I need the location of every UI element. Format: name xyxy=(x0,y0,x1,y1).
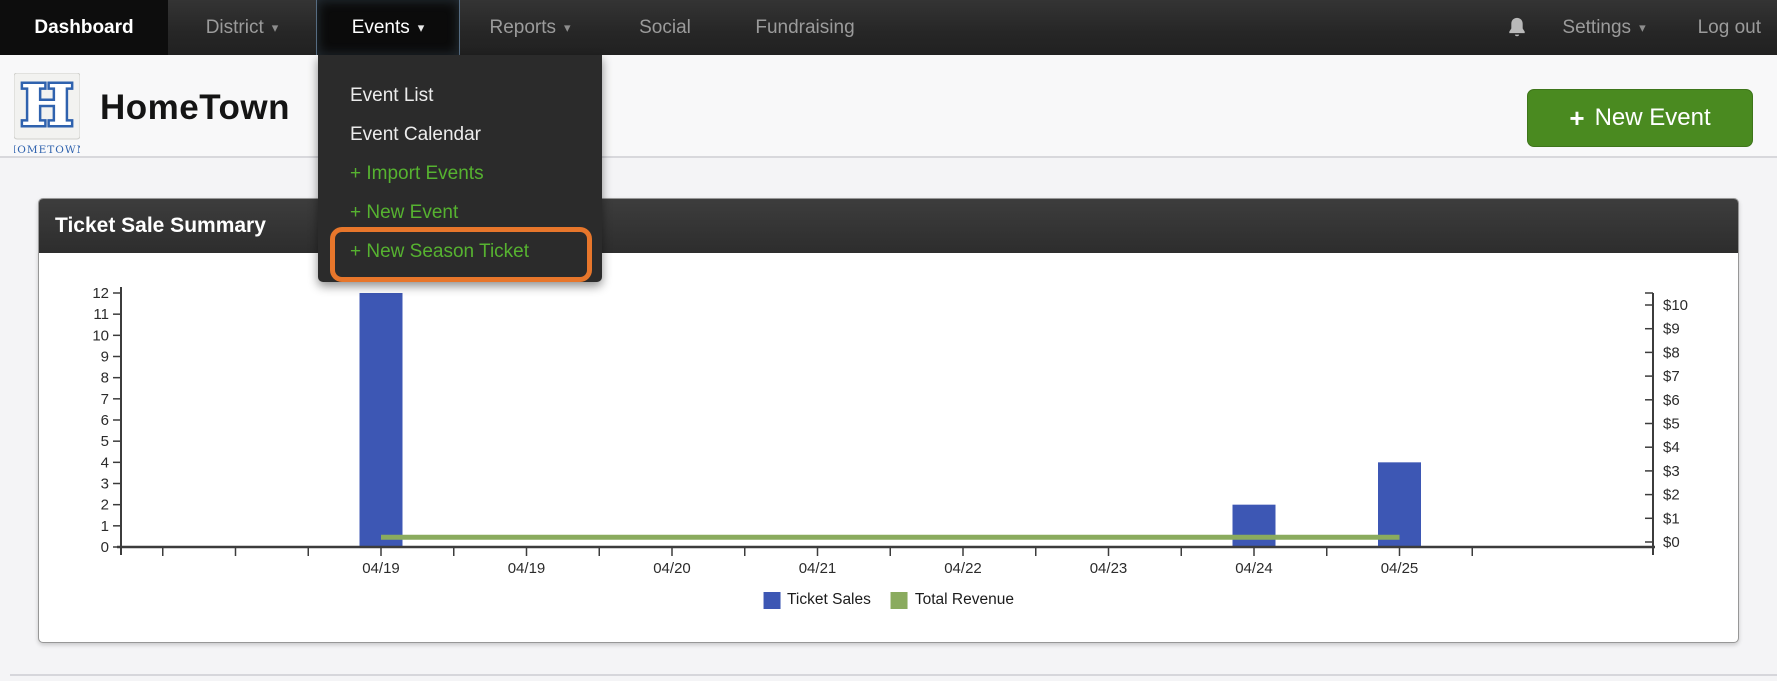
legend-swatch-ticket-sales xyxy=(763,592,780,609)
navbar-right-group: Settings Log out xyxy=(1506,0,1777,55)
notifications-bell-icon[interactable] xyxy=(1506,16,1528,40)
left-axis-label: 4 xyxy=(101,454,109,471)
legend-entry-total-revenue: Total Revenue xyxy=(891,591,1014,609)
chart-legend: Ticket Sales Total Revenue xyxy=(763,591,1014,609)
right-axis-label: $0 xyxy=(1663,534,1680,551)
left-axis-label: 8 xyxy=(101,370,109,387)
logo-wordmark: HOMETOWN xyxy=(14,144,80,156)
left-axis-label: 6 xyxy=(101,412,109,429)
nav-item-label: District xyxy=(206,17,264,39)
x-axis-label: 04/22 xyxy=(944,560,982,577)
chart-area: 0123456789101112$0$1$2$3$4$5$6$7$8$9$100… xyxy=(39,253,1738,642)
legend-entry-ticket-sales: Ticket Sales xyxy=(763,591,871,609)
x-axis-label: 04/21 xyxy=(799,560,837,577)
nav-item-label: Log out xyxy=(1698,17,1761,39)
nav-item-label: Settings xyxy=(1562,17,1631,39)
left-axis-label: 2 xyxy=(101,497,109,514)
page-header: H HOMETOWN HomeTown + New Event xyxy=(0,55,1777,158)
nav-item-dashboard[interactable]: Dashboard xyxy=(0,0,168,55)
left-axis-label: 11 xyxy=(93,306,109,323)
left-axis-label: 12 xyxy=(92,285,109,302)
section-divider xyxy=(10,674,1777,676)
events-dropdown-menu: Event List Event Calendar + Import Event… xyxy=(318,55,602,282)
bar-ticket-sales xyxy=(1378,462,1421,547)
plus-icon: + xyxy=(1569,103,1584,134)
left-axis-label: 7 xyxy=(101,391,109,408)
nav-item-settings[interactable]: Settings xyxy=(1562,17,1645,39)
x-axis-label: 04/25 xyxy=(1381,560,1419,577)
left-axis-label: 0 xyxy=(101,539,109,556)
chevron-down-icon xyxy=(1639,20,1646,36)
menu-item-event-calendar[interactable]: Event Calendar xyxy=(318,115,602,154)
nav-item-social[interactable]: Social xyxy=(600,0,730,55)
legend-label: Ticket Sales xyxy=(787,591,871,609)
right-axis-label: $5 xyxy=(1663,416,1680,433)
chevron-down-icon xyxy=(272,20,279,36)
x-axis-label: 04/19 xyxy=(362,560,400,577)
x-axis-label: 04/19 xyxy=(508,560,546,577)
nav-item-label: Events xyxy=(352,17,410,39)
new-event-button[interactable]: + New Event xyxy=(1527,89,1753,147)
logo-letter: H xyxy=(21,73,74,139)
nav-item-label: Social xyxy=(639,17,691,39)
right-axis-label: $7 xyxy=(1663,368,1680,385)
nav-item-logout[interactable]: Log out xyxy=(1698,17,1761,39)
left-axis-label: 3 xyxy=(101,476,109,493)
left-axis-label: 9 xyxy=(101,349,109,366)
right-axis-label: $2 xyxy=(1663,487,1680,504)
right-axis-label: $9 xyxy=(1663,321,1680,338)
new-event-button-label: New Event xyxy=(1595,104,1711,132)
ticket-sales-chart: 0123456789101112$0$1$2$3$4$5$6$7$8$9$100… xyxy=(39,253,1738,644)
right-axis-label: $8 xyxy=(1663,344,1680,361)
ticket-sale-summary-panel: Ticket Sale Summary 0123456789101112$0$1… xyxy=(38,198,1739,643)
x-axis-label: 04/20 xyxy=(653,560,691,577)
left-axis-label: 10 xyxy=(92,327,109,344)
chevron-down-icon xyxy=(564,20,571,36)
nav-item-events[interactable]: Events xyxy=(316,0,460,55)
x-axis-label: 04/24 xyxy=(1235,560,1273,577)
page: Dashboard District Events Reports Social… xyxy=(0,0,1777,681)
hometown-logo[interactable]: H HOMETOWN xyxy=(14,73,80,157)
legend-label: Total Revenue xyxy=(915,591,1014,609)
page-title: HomeTown xyxy=(100,88,290,128)
panel-title: Ticket Sale Summary xyxy=(55,214,266,238)
legend-swatch-total-revenue xyxy=(891,592,908,609)
x-axis-label: 04/23 xyxy=(1090,560,1128,577)
right-axis-label: $10 xyxy=(1663,297,1688,314)
left-axis-label: 1 xyxy=(101,518,109,535)
menu-item-new-season-ticket[interactable]: + New Season Ticket xyxy=(318,232,602,271)
nav-item-reports[interactable]: Reports xyxy=(460,0,600,55)
nav-item-label: Fundraising xyxy=(755,17,854,39)
panel-header: Ticket Sale Summary xyxy=(39,199,1738,253)
nav-item-label: Reports xyxy=(489,17,556,39)
menu-item-import-events[interactable]: + Import Events xyxy=(318,154,602,193)
nav-item-label: Dashboard xyxy=(34,17,133,39)
nav-item-district[interactable]: District xyxy=(168,0,316,55)
nav-item-fundraising[interactable]: Fundraising xyxy=(730,0,880,55)
top-navbar: Dashboard District Events Reports Social… xyxy=(0,0,1777,55)
bar-ticket-sales xyxy=(1233,505,1276,547)
bar-ticket-sales xyxy=(360,293,403,547)
right-axis-label: $6 xyxy=(1663,392,1680,409)
chevron-down-icon xyxy=(418,20,425,36)
left-axis-label: 5 xyxy=(101,433,109,450)
right-axis-label: $3 xyxy=(1663,463,1680,480)
right-axis-label: $4 xyxy=(1663,439,1680,456)
menu-item-new-event[interactable]: + New Event xyxy=(318,193,602,232)
menu-item-event-list[interactable]: Event List xyxy=(318,76,602,115)
right-axis-label: $1 xyxy=(1663,510,1680,527)
